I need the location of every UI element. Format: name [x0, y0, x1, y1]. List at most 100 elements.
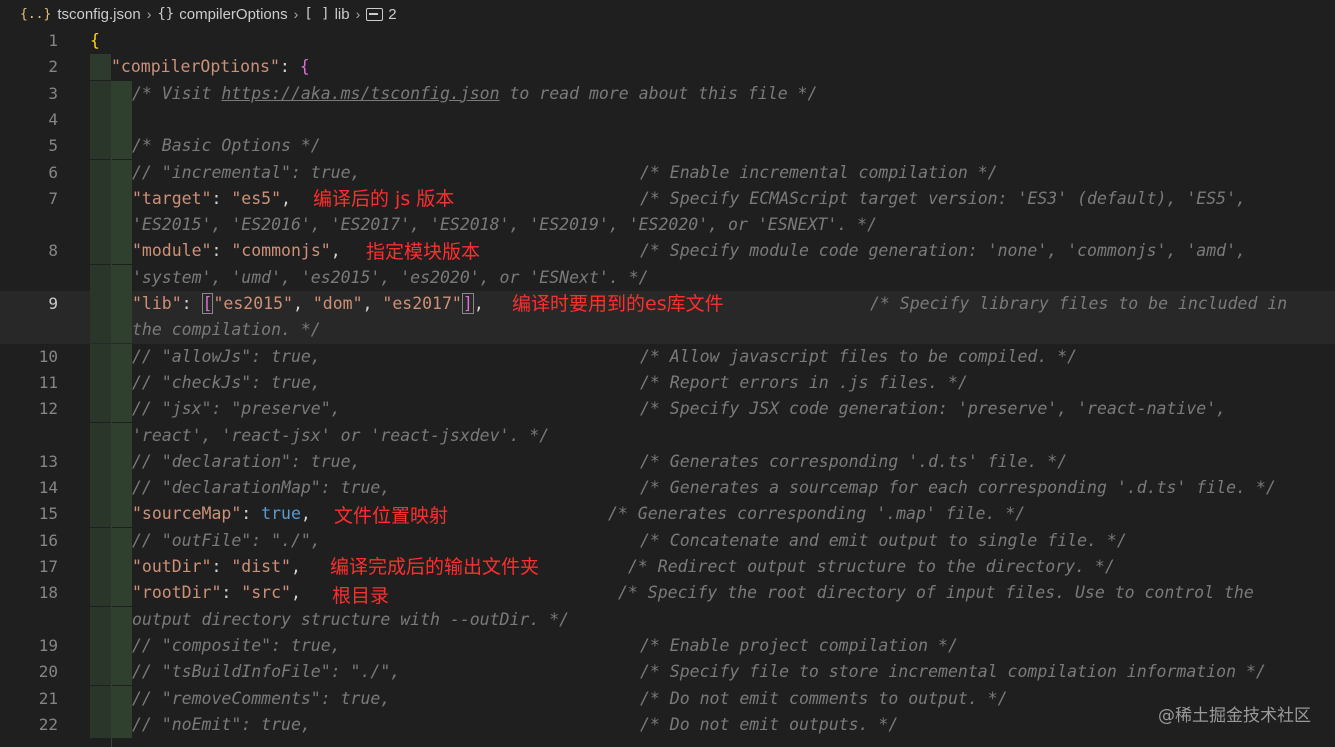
code-line-wrap[interactable]: 'system', 'umd', 'es2015', 'es2020', or …	[0, 264, 1335, 291]
indent-marker	[90, 422, 132, 449]
indent-marker	[90, 475, 132, 502]
code-line[interactable]: 14 // "declarationMap": true, /* Generates…	[0, 475, 1335, 502]
code-text: // "incremental": true,	[132, 160, 360, 186]
code-line[interactable]: 16 // "outFile": "./", /* Concatenate and …	[0, 527, 1335, 554]
inline-comment: /* Enable project compilation */	[640, 635, 958, 655]
code-text: // "jsx": "preserve",	[132, 396, 341, 422]
comment-text: to read more about this file */	[499, 83, 818, 103]
line-number: 13	[38, 451, 58, 471]
indent-marker	[90, 185, 132, 212]
code-text: "lib": ["es2015", "dom", "es2017"],	[132, 291, 484, 317]
breadcrumb-index[interactable]: 2	[388, 6, 396, 23]
code-line[interactable]: 20 // "tsBuildInfoFile": "./", /* Specify …	[0, 659, 1335, 686]
line-number: 4	[48, 109, 58, 129]
code-line[interactable]: 2 "compilerOptions": {	[0, 54, 1335, 81]
string-value: "es2017"	[382, 294, 462, 313]
code-text: /* Basic Options */	[132, 133, 321, 159]
indent-marker	[90, 501, 132, 528]
indent-marker	[90, 212, 132, 239]
code-line-wrap[interactable]: output directory structure with --outDir…	[0, 606, 1335, 633]
property-key: "module"	[132, 241, 212, 261]
code-text: // "declarationMap": true,	[132, 475, 390, 501]
code-line[interactable]: 4	[0, 106, 1335, 133]
code-line[interactable]: 5 /* Basic Options */	[0, 133, 1335, 160]
object-icon: {}	[157, 6, 175, 22]
commented-option: // "incremental": true,	[132, 162, 361, 182]
code-line[interactable]: 8 "module": "commonjs", /* Specify module …	[0, 238, 1335, 265]
code-line-wrap[interactable]: 'ES2015', 'ES2016', 'ES2017', 'ES2018', …	[0, 212, 1335, 239]
inline-comment: /* Generates corresponding '.map' file. …	[608, 504, 1026, 524]
line-number: 3	[48, 83, 58, 103]
breadcrumb-lib[interactable]: lib	[335, 6, 350, 23]
property-key: "target"	[132, 188, 212, 208]
line-number: 6	[48, 162, 58, 182]
property-key: "rootDir"	[132, 583, 222, 603]
code-line[interactable]: 17 "outDir": "dist", /* Redirect output st…	[0, 554, 1335, 580]
indent-marker	[90, 606, 132, 633]
colon: :	[241, 504, 262, 524]
code-text: "outDir": "dist",	[132, 554, 301, 580]
line-number: 20	[38, 662, 58, 682]
code-line[interactable]: 1{	[0, 28, 1335, 54]
breadcrumb-file[interactable]: tsconfig.json	[57, 6, 140, 23]
code-line-wrap[interactable]: 'react', 'react-jsx' or 'react-jsxdev'. …	[0, 422, 1335, 449]
code-line[interactable]: 19 // "composite": true, /* Enable project…	[0, 632, 1335, 659]
code-line-wrap[interactable]: the compilation. */	[0, 317, 1335, 344]
breadcrumb-compiler-options[interactable]: compilerOptions	[179, 6, 287, 23]
code-line[interactable]: 15 "sourceMap": true, /* Generates corresp…	[0, 501, 1335, 528]
inline-comment: /* Specify the root directory of input f…	[618, 583, 1254, 603]
code-line[interactable]: 12 // "jsx": "preserve", /* Specify JSX co…	[0, 396, 1335, 423]
indent-marker	[90, 527, 132, 554]
comment-link[interactable]: https://aka.ms/tsconfig.json	[221, 84, 499, 103]
comma: ,	[300, 504, 311, 524]
code-line[interactable]: 7 "target": "es5", /* Specify ECMAScript t…	[0, 185, 1335, 212]
colon: :	[181, 294, 202, 313]
annotation-sourcemap: 文件位置映射	[334, 505, 449, 527]
line-number: 10	[38, 346, 58, 366]
indent-marker	[90, 106, 132, 133]
inline-comment: /* Generates a sourcemap for each corres…	[640, 478, 1276, 498]
inline-comment: /* Enable incremental compilation */	[640, 162, 998, 182]
line-number: 21	[38, 688, 58, 708]
line-number: 1	[48, 31, 58, 50]
indent-marker	[90, 685, 132, 712]
code-line[interactable]: 10 // "allowJs": true, /* Allow javascript…	[0, 343, 1335, 370]
indent-marker	[90, 80, 132, 107]
indent-marker	[90, 554, 132, 580]
code-line[interactable]: 6 // "incremental": true, /* Enable increm…	[0, 159, 1335, 186]
line-number: 15	[38, 504, 58, 524]
code-editor[interactable]: 1{2 "compilerOptions": {3/* Visit https:/…	[0, 28, 1335, 747]
colon: :	[211, 241, 232, 261]
string-value: "es2015"	[213, 294, 293, 313]
close-bracket: ]	[461, 293, 474, 314]
inline-comment: /* Specify library files to be included …	[870, 294, 1288, 313]
indent-marker	[90, 396, 132, 423]
code-text: "target": "es5",	[132, 186, 291, 212]
code-line[interactable]: 3 /* Visit https://aka.ms/tsconfig.json t…	[0, 80, 1335, 107]
indent-marker	[90, 159, 132, 186]
code-line[interactable]: 18 "rootDir": "src", /* Specify the root d…	[0, 580, 1335, 607]
line-number: 14	[38, 478, 58, 498]
code-text: "module": "commonjs",	[132, 238, 341, 264]
annotation-outdir: 编译完成后的输出文件夹	[330, 556, 540, 578]
indent-marker	[90, 291, 132, 317]
code-text: "rootDir": "src",	[132, 580, 301, 606]
code-text: // "tsBuildInfoFile": "./",	[132, 659, 400, 685]
open-brace: {	[299, 57, 310, 77]
code-line[interactable]: 11 // "checkJs": true, /* Report errors in…	[0, 369, 1335, 396]
inline-comment: /* Do not emit comments to output. */	[640, 688, 1008, 708]
inline-comment: /* Specify file to store incremental com…	[640, 662, 1266, 682]
colon: :	[211, 188, 232, 208]
code-line[interactable]: 13 // "declaration": true, /* Generates co…	[0, 448, 1335, 475]
indent-marker	[90, 54, 111, 81]
annotation-rootdir: 根目录	[332, 585, 390, 607]
code-line[interactable]: 21 // "removeComments": true, /* Do not em…	[0, 685, 1335, 712]
colon: :	[279, 57, 300, 77]
code-text: // "checkJs": true,	[132, 370, 321, 396]
wrapped-comment: 'system', 'umd', 'es2015', 'es2020', or …	[132, 267, 649, 287]
commented-option: // "allowJs": true,	[132, 346, 321, 366]
commented-option: // "declaration": true,	[132, 451, 361, 471]
code-line[interactable]: 22 // "noEmit": true, /* Do not emit outpu…	[0, 711, 1335, 738]
line-number: 12	[38, 399, 58, 419]
line-number: 8	[48, 241, 58, 261]
